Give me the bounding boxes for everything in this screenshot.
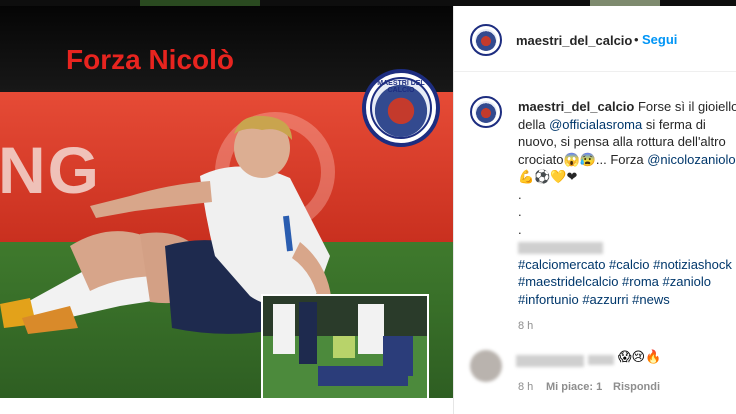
hashtags-line-1[interactable]: #calciomercato #calcio #notiziashock [518,256,736,274]
post-username[interactable]: maestri_del_calcio [518,99,634,114]
comment-time: 8 h [518,381,534,393]
post-avatar[interactable] [470,96,502,128]
caption-line-4-start: crociato [518,151,564,167]
post-photo[interactable]: NG Forza Nicolò MAESTRI DEL CALCIO [0,6,453,398]
inset-photo [261,294,429,398]
inset-illustration [263,296,427,398]
comment-likes[interactable]: Mi piace: 1 [546,381,602,393]
header-separator: • [634,32,639,47]
dot-2: . [518,204,522,219]
mention-nicolozaniolo[interactable]: @nicolozaniolo [647,152,735,167]
caption-line-2-start: della [518,116,550,132]
post-time: 8 h [518,320,534,332]
caption-line-1: Forse sì il gioiello [637,99,736,114]
header-username[interactable]: maestri_del_calcio [516,33,632,48]
caption-line-3: nuovo, si pensa alla rottura dell'altro [518,134,726,149]
dot-1: . [518,186,522,202]
post-sidebar: maestri_del_calcio • Segui maestri_del_c… [453,6,736,414]
follow-button[interactable]: Segui [642,32,677,47]
caption-emojis-2: 💪⚽💛❤ [518,169,578,184]
caption-emojis-1: 😱😰 [563,151,596,167]
blurred-line [518,238,736,256]
comment-emojis: 😱😢🔥 [618,350,662,365]
maestri-logo: MAESTRI DEL CALCIO [362,69,440,147]
caption-line-4-mid: ... Forza [595,151,648,167]
post-header: maestri_del_calcio • Segui [454,6,736,72]
instagram-post-view: NG Forza Nicolò MAESTRI DEL CALCIO maest… [0,0,736,414]
comment-avatar[interactable] [470,350,502,382]
hashtags-line-3[interactable]: #infortunio #azzurri #news [518,291,736,309]
comment-reply-button[interactable]: Rispondi [613,381,660,393]
dot-3: . [518,221,522,237]
caption-line-2-end: si ferma di [642,116,706,132]
comment-username-blurred[interactable] [516,355,584,367]
post-caption: maestri_del_calcio Forse sì il gioiello … [518,98,736,332]
logo-text: MAESTRI DEL CALCIO [377,80,425,94]
avatar[interactable] [470,24,502,56]
mention-officialasroma[interactable]: @officialasroma [549,117,642,132]
comment-text-blurred [588,355,614,365]
hashtags-line-2[interactable]: #maestridelcalcio #roma #zaniolo [518,273,736,291]
